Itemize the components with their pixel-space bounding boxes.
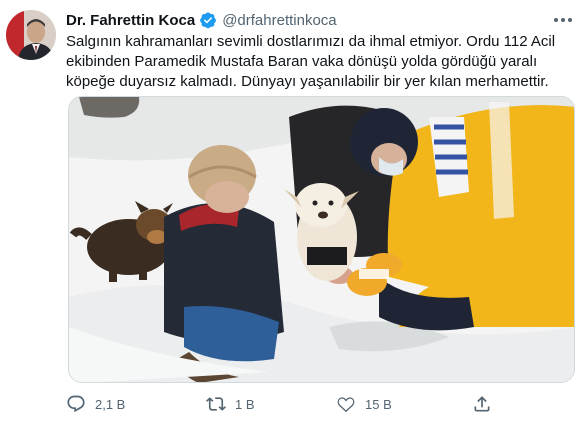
tweet-text: Salgının kahramanları sevimli dostlarımı… [66, 33, 556, 90]
verified-badge-icon [199, 11, 217, 29]
tweet-photo[interactable] [68, 96, 575, 383]
reply-icon [66, 394, 86, 414]
tweet-actions: 2,1 B 1 B 15 B [66, 394, 526, 416]
display-name[interactable]: Dr. Fahrettin Koca [66, 12, 195, 29]
tweet-header: Dr. Fahrettin Koca @drfahrettinkoca [66, 10, 337, 30]
share-button[interactable] [472, 394, 492, 414]
like-button[interactable]: 15 B [336, 394, 392, 414]
share-icon [472, 394, 492, 414]
more-icon[interactable] [551, 10, 575, 30]
heart-icon [336, 394, 356, 414]
avatar[interactable] [6, 10, 56, 60]
tweet[interactable]: Dr. Fahrettin Koca @drfahrettinkoca Salg… [0, 0, 587, 424]
retweet-count: 1 B [235, 396, 255, 412]
retweet-button[interactable]: 1 B [206, 394, 255, 414]
handle[interactable]: @drfahrettinkoca [222, 12, 336, 29]
retweet-icon [206, 394, 226, 414]
reply-count: 2,1 B [95, 396, 126, 412]
like-count: 15 B [365, 396, 392, 412]
reply-button[interactable]: 2,1 B [66, 394, 125, 414]
